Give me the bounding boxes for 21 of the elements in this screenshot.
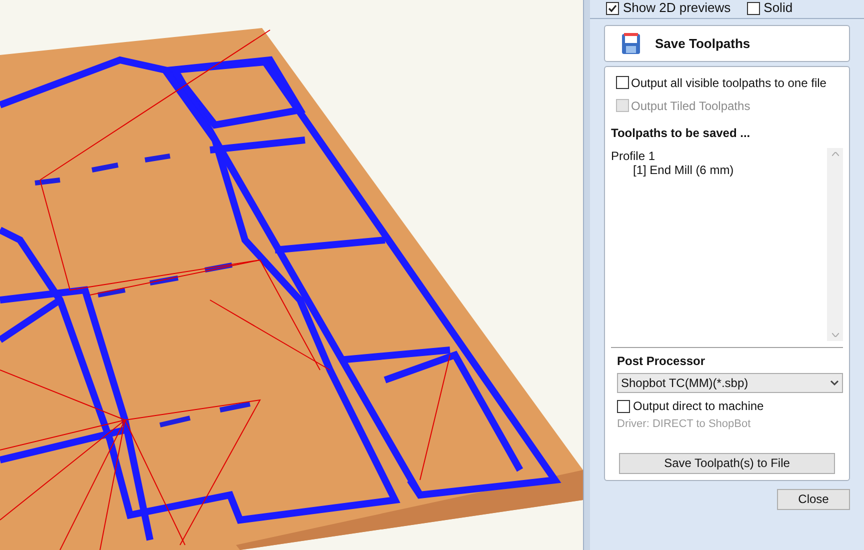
option-label: Output all visible toolpaths to one file [631,74,826,92]
option-label: Solid [764,1,793,15]
panel-title: Save Toolpaths [655,34,750,53]
driver-label: Driver: DIRECT to ShopBot [616,417,752,432]
chevron-down-icon [830,380,839,386]
option-label: Show 2D previews [623,1,731,15]
checkbox[interactable] [616,76,629,89]
close-button[interactable]: Close [777,488,850,510]
checkbox[interactable] [746,2,760,14]
post-processor-dropdown[interactable]: Shopbot TC(MM)(*.sbp) [617,373,843,393]
option-label: Output direct to machine [633,398,764,415]
scrollbar[interactable] [827,148,843,341]
checkbox[interactable] [617,400,630,412]
save-toolpaths-button[interactable]: Save Toolpath(s) to File [619,452,835,474]
section-heading: Post Processor [616,353,706,370]
checkmark-icon [608,4,617,12]
tree-item[interactable]: Profile 1 [611,149,827,163]
checkbox[interactable] [606,2,619,14]
section-heading: Toolpaths to be saved ... [611,125,752,142]
tree-item[interactable]: [1] End Mill (6 mm) [611,163,827,177]
option-label: Output Tiled Toolpaths [631,98,750,114]
